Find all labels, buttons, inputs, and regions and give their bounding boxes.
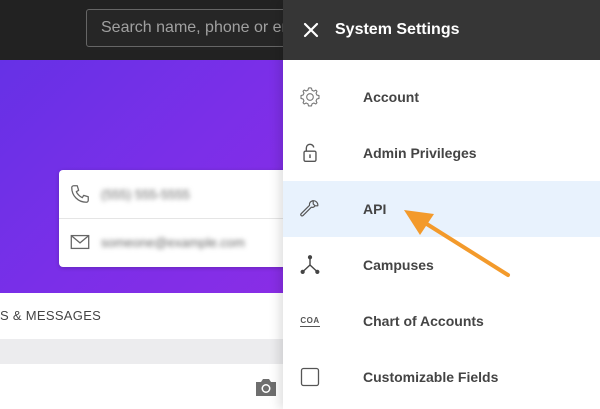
gear-icon: [299, 86, 321, 108]
menu-item-label: API: [363, 201, 387, 217]
annotation-arrow-icon: [404, 210, 510, 277]
wrench-icon: [299, 198, 321, 220]
profile-tabs: S & MESSAGES: [0, 293, 300, 340]
tab-messages[interactable]: S & MESSAGES: [0, 308, 101, 323]
checkbox-icon: [299, 366, 321, 388]
envelope-icon: [70, 234, 90, 250]
menu-item-customizable-fields[interactable]: Customizable Fields: [283, 349, 600, 405]
drawer-title: System Settings: [335, 21, 460, 38]
lock-icon: [299, 142, 321, 164]
drawer-header: System Settings: [283, 0, 600, 60]
menu-item-label: Admin Privileges: [363, 145, 477, 161]
contact-email-row[interactable]: someone@example.com: [59, 218, 319, 266]
menu-item-label: Customizable Fields: [363, 369, 499, 385]
camera-icon[interactable]: [254, 376, 278, 398]
menu-item-label: Chart of Accounts: [363, 313, 484, 329]
phone-icon: [71, 185, 89, 203]
network-icon: [299, 254, 321, 276]
contact-phone: (555) 555-5555: [101, 186, 190, 202]
menu-item-admin-privileges[interactable]: Admin Privileges: [283, 125, 600, 181]
menu-item-account[interactable]: Account: [283, 69, 600, 125]
contact-email: someone@example.com: [101, 234, 245, 250]
coa-icon-text: COA: [300, 315, 320, 327]
section-divider: [0, 339, 300, 364]
coa-icon: COA: [299, 310, 321, 332]
contact-card: (555) 555-5555 someone@example.com: [59, 170, 319, 267]
menu-item-chart-of-accounts[interactable]: COA Chart of Accounts: [283, 293, 600, 349]
menu-item-label: Account: [363, 89, 419, 105]
close-icon: [303, 22, 319, 38]
close-button[interactable]: [301, 20, 321, 40]
contact-phone-row[interactable]: (555) 555-5555: [59, 170, 319, 219]
